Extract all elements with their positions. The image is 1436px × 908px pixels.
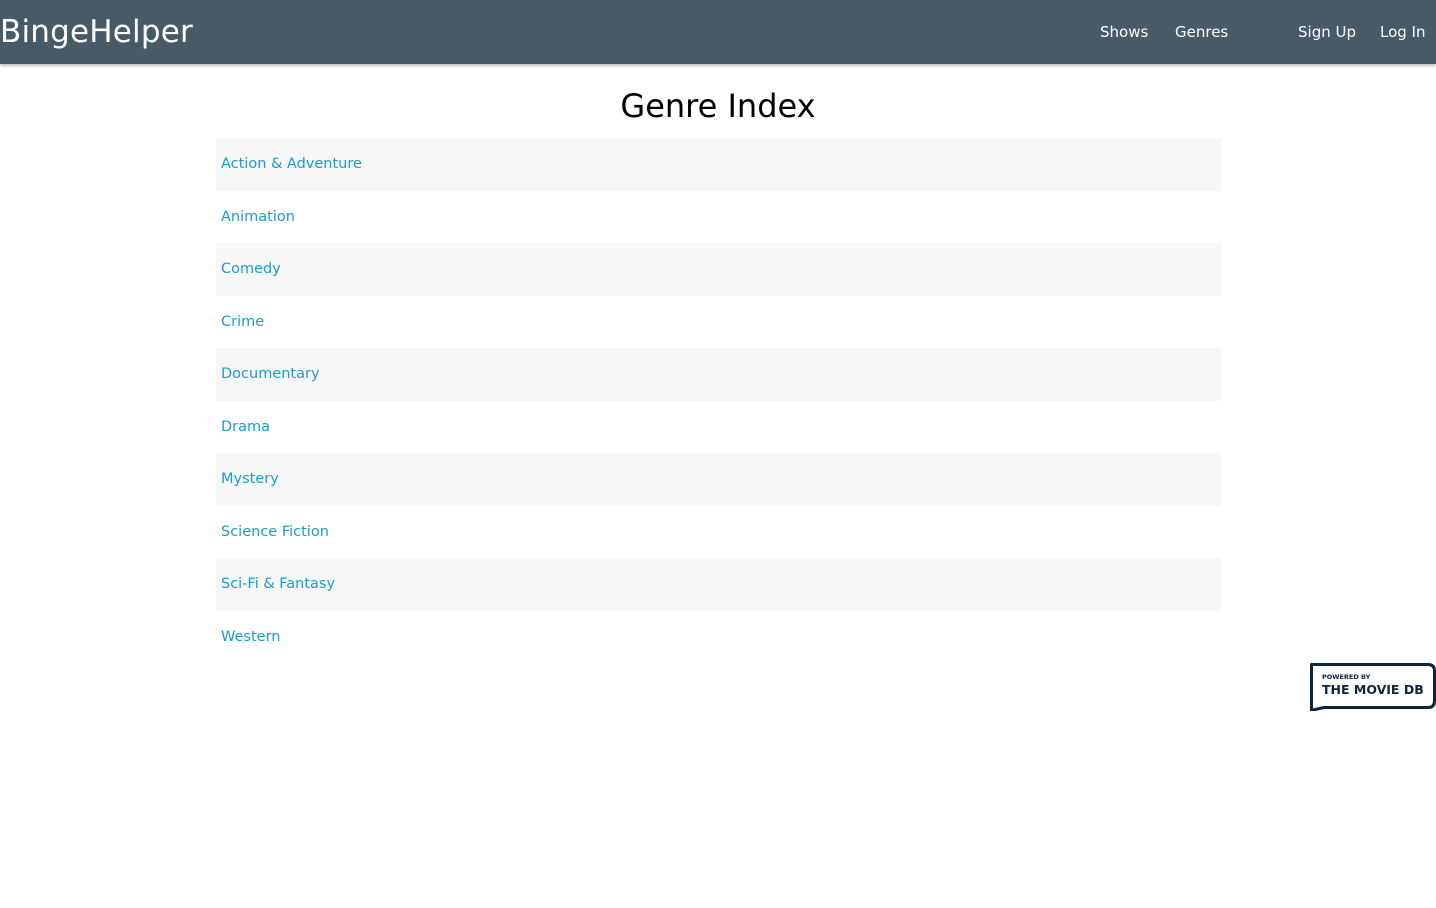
nav-link-log-in[interactable]: Log In <box>1380 22 1426 42</box>
genre-list: Action & Adventure Animation Comedy Crim… <box>216 138 1221 663</box>
genre-list-item: Sci-Fi & Fantasy <box>216 558 1221 611</box>
page-title: Genre Index <box>620 87 816 125</box>
genre-list-item: Documentary <box>216 348 1221 401</box>
genre-list-item: Action & Adventure <box>216 138 1221 191</box>
nav-link-shows[interactable]: Shows <box>1100 22 1148 42</box>
genre-link-documentary[interactable]: Documentary <box>221 366 320 382</box>
nav-link-sign-up[interactable]: Sign Up <box>1298 22 1356 42</box>
genre-link-sci-fi-fantasy[interactable]: Sci-Fi & Fantasy <box>221 576 335 592</box>
genre-link-crime[interactable]: Crime <box>221 314 264 330</box>
genre-list-item: Science Fiction <box>216 506 1221 559</box>
genre-list-item: Western <box>216 611 1221 664</box>
genre-list-item: Drama <box>216 401 1221 454</box>
top-navbar: BingeHelper Shows Genres Sign Up Log In <box>0 0 1436 64</box>
genre-link-animation[interactable]: Animation <box>221 209 295 225</box>
tmdb-powered-by-text: POWERED BY <box>1322 673 1371 681</box>
nav-link-genres[interactable]: Genres <box>1175 22 1228 42</box>
genre-link-drama[interactable]: Drama <box>221 419 270 435</box>
brand-logo-link[interactable]: BingeHelper <box>0 13 193 51</box>
genre-list-item: Crime <box>216 296 1221 349</box>
genre-link-mystery[interactable]: Mystery <box>221 471 279 487</box>
genre-link-western[interactable]: Western <box>221 629 280 645</box>
tmdb-attribution-logo[interactable]: POWERED BY THE MOVIE DB <box>1310 663 1436 712</box>
genre-list-item: Comedy <box>216 243 1221 296</box>
genre-link-comedy[interactable]: Comedy <box>221 261 281 277</box>
genre-list-item: Mystery <box>216 453 1221 506</box>
tmdb-logo-graphic: POWERED BY THE MOVIE DB <box>1310 663 1436 712</box>
tmdb-name-text: THE MOVIE DB <box>1322 682 1424 697</box>
genre-link-science-fiction[interactable]: Science Fiction <box>221 524 329 540</box>
genre-list-item: Animation <box>216 191 1221 244</box>
genre-link-action-adventure[interactable]: Action & Adventure <box>221 156 362 172</box>
